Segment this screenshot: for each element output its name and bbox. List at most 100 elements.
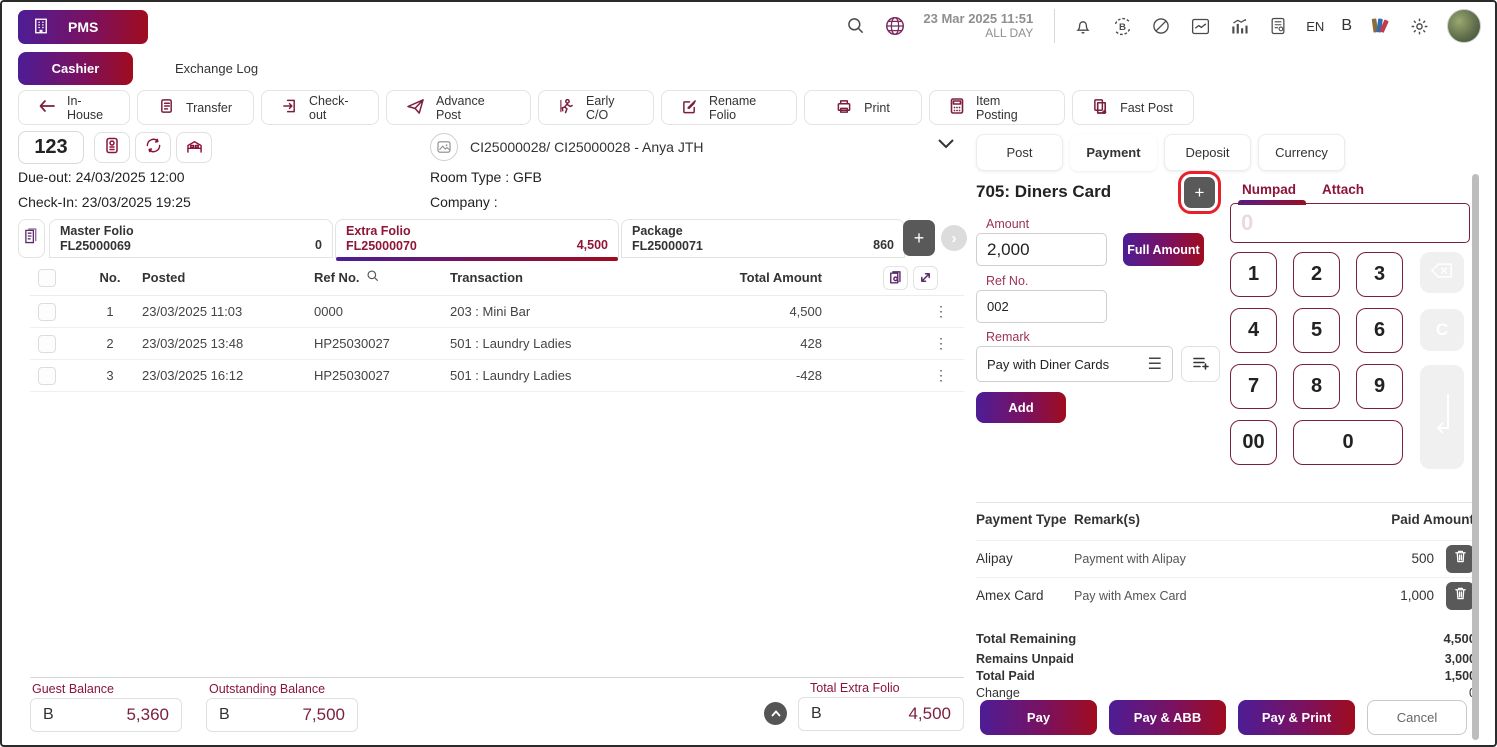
edit-pencil-icon <box>682 99 697 117</box>
advance-post-button[interactable]: Advance Post <box>386 90 531 125</box>
tab-currency[interactable]: Currency <box>1258 134 1345 171</box>
report-document-icon[interactable] <box>1267 15 1289 37</box>
ref-search-icon[interactable] <box>366 269 380 286</box>
numpad-key-8[interactable]: 8 <box>1293 364 1340 409</box>
paid-amount: 1,000 <box>1354 588 1434 603</box>
transaction-row[interactable]: 1 23/03/2025 11:03 0000 203 : Mini Bar 4… <box>30 296 964 328</box>
numpad-key-6[interactable]: 6 <box>1356 308 1403 353</box>
notifications-bell-icon[interactable] <box>1072 15 1094 37</box>
theme-palette-icon[interactable] <box>1369 15 1391 37</box>
expand-table-button[interactable] <box>913 266 938 290</box>
ref-no-input[interactable]: 002 <box>976 290 1107 323</box>
folio-tab-package[interactable]: Package FL25000071 860 <box>621 219 905 258</box>
numpad-key-1[interactable]: 1 <box>1230 252 1277 297</box>
bar-chart-icon[interactable] <box>1228 15 1250 37</box>
print-button[interactable]: Print <box>804 90 922 125</box>
row-actions-kebab-icon[interactable]: ⋮ <box>822 335 964 352</box>
numpad-key-9[interactable]: 9 <box>1356 364 1403 409</box>
tab-cashier[interactable]: Cashier <box>18 52 133 85</box>
full-amount-button[interactable]: Full Amount <box>1123 233 1204 266</box>
remark-template-add-button[interactable] <box>1181 346 1220 382</box>
numpad-key-2[interactable]: 2 <box>1293 252 1340 297</box>
folio-tab-extra[interactable]: Extra Folio FL25000070 4,500 <box>335 219 619 258</box>
refresh-status-button[interactable] <box>135 132 171 163</box>
pay-button[interactable]: Pay <box>980 700 1097 735</box>
in-house-button[interactable]: In-House <box>18 90 130 125</box>
globe-icon[interactable] <box>884 15 906 37</box>
row-checkbox[interactable] <box>38 367 56 385</box>
numpad-backspace-key[interactable] <box>1420 252 1464 293</box>
pms-logo[interactable]: PMS <box>18 10 148 44</box>
delete-payment-button[interactable] <box>1446 582 1474 610</box>
folio-tab-master[interactable]: Master Folio FL25000069 0 <box>49 219 333 258</box>
language-selector[interactable]: EN <box>1306 19 1324 34</box>
block-icon[interactable] <box>1150 15 1172 37</box>
settings-gear-icon[interactable] <box>1408 15 1430 37</box>
room-bed-button[interactable] <box>176 132 212 163</box>
add-payment-button[interactable]: Add <box>976 392 1066 423</box>
pay-print-button[interactable]: Pay & Print <box>1238 700 1355 735</box>
fast-post-button[interactable]: Fast Post <box>1072 90 1194 125</box>
remark-menu-icon[interactable]: ☰ <box>1148 354 1162 374</box>
numpad-display[interactable]: 0 <box>1230 203 1470 243</box>
chevron-down-icon[interactable] <box>938 136 954 154</box>
numpad-key-7[interactable]: 7 <box>1230 364 1277 409</box>
currency-selector[interactable]: B <box>1341 17 1352 35</box>
row-checkbox[interactable] <box>38 303 56 321</box>
transaction-row[interactable]: 2 23/03/2025 13:48 HP25030027 501 : Laun… <box>30 328 964 360</box>
amount-input[interactable]: 2,000 <box>976 233 1107 266</box>
collapse-panel-button[interactable] <box>764 702 787 725</box>
folio-scroll-next-button[interactable]: › <box>941 225 967 251</box>
tab-deposit-label: Deposit <box>1185 145 1229 160</box>
add-folio-button[interactable]: + <box>903 220 935 256</box>
item-posting-button[interactable]: Item Posting <box>929 90 1065 125</box>
guest-summary[interactable]: CI25000028/ CI25000028 - Anya JTH <box>430 133 704 161</box>
refresh-circle-icon <box>145 137 162 159</box>
remark-input[interactable]: Pay with Diner Cards ☰ <box>976 346 1173 382</box>
cancel-button[interactable]: Cancel <box>1367 700 1467 735</box>
row-checkbox[interactable] <box>38 335 56 353</box>
payment-panel: Post Payment Deposit Currency 705: Diner… <box>968 130 1484 747</box>
tab-attach[interactable]: Attach <box>1322 182 1364 197</box>
early-checkout-button[interactable]: Early C/O <box>538 90 654 125</box>
building-icon <box>32 17 50 38</box>
row-actions-kebab-icon[interactable]: ⋮ <box>822 303 964 320</box>
line-chart-icon[interactable] <box>1189 15 1211 37</box>
pms-logo-label: PMS <box>68 19 98 35</box>
check-out-button[interactable]: Check-out <box>261 90 379 125</box>
rename-folio-button[interactable]: Rename Folio <box>661 90 797 125</box>
row-actions-kebab-icon[interactable]: ⋮ <box>822 367 964 384</box>
numpad-key-4[interactable]: 4 <box>1230 308 1277 353</box>
total-extra-folio-label: Total Extra Folio <box>810 681 900 695</box>
transfer-button[interactable]: Transfer <box>137 90 254 125</box>
tab-post[interactable]: Post <box>976 134 1063 171</box>
numpad-key-3[interactable]: 3 <box>1356 252 1403 297</box>
copy-search-button[interactable] <box>883 266 908 290</box>
tab-numpad[interactable]: Numpad <box>1242 182 1296 197</box>
numpad-key-0[interactable]: 0 <box>1293 420 1403 465</box>
numpad-enter-key[interactable] <box>1420 365 1464 469</box>
tab-payment[interactable]: Payment <box>1070 134 1157 171</box>
tab-exchange-log[interactable]: Exchange Log <box>175 61 258 76</box>
room-number-box[interactable]: 123 <box>18 131 84 164</box>
panel-scrollbar[interactable] <box>1472 174 1479 740</box>
key-card-button[interactable] <box>94 132 130 163</box>
copy-plus-icon <box>1093 98 1108 117</box>
transaction-row[interactable]: 3 23/03/2025 16:12 HP25030027 501 : Laun… <box>30 360 964 392</box>
outstanding-balance-label: Outstanding Balance <box>209 682 325 696</box>
paid-remark: Pay with Amex Card <box>1074 589 1354 603</box>
tab-deposit[interactable]: Deposit <box>1164 134 1251 171</box>
payment-method-heading: 705: Diners Card <box>976 182 1111 202</box>
delete-payment-button[interactable] <box>1446 545 1474 573</box>
folio-list-button[interactable] <box>18 219 45 258</box>
pay-abb-button[interactable]: Pay & ABB <box>1109 700 1226 735</box>
currency-exchange-icon[interactable]: B <box>1111 15 1133 37</box>
numpad-key-00[interactable]: 00 <box>1230 420 1277 465</box>
numpad-key-5[interactable]: 5 <box>1293 308 1340 353</box>
guest-balance-value: 5,360 <box>126 705 169 725</box>
user-avatar[interactable] <box>1447 9 1481 43</box>
add-payment-method-button[interactable]: + <box>1184 177 1215 208</box>
select-all-checkbox[interactable] <box>38 269 56 287</box>
search-icon[interactable] <box>845 15 867 37</box>
numpad-clear-key[interactable]: C <box>1420 309 1464 351</box>
